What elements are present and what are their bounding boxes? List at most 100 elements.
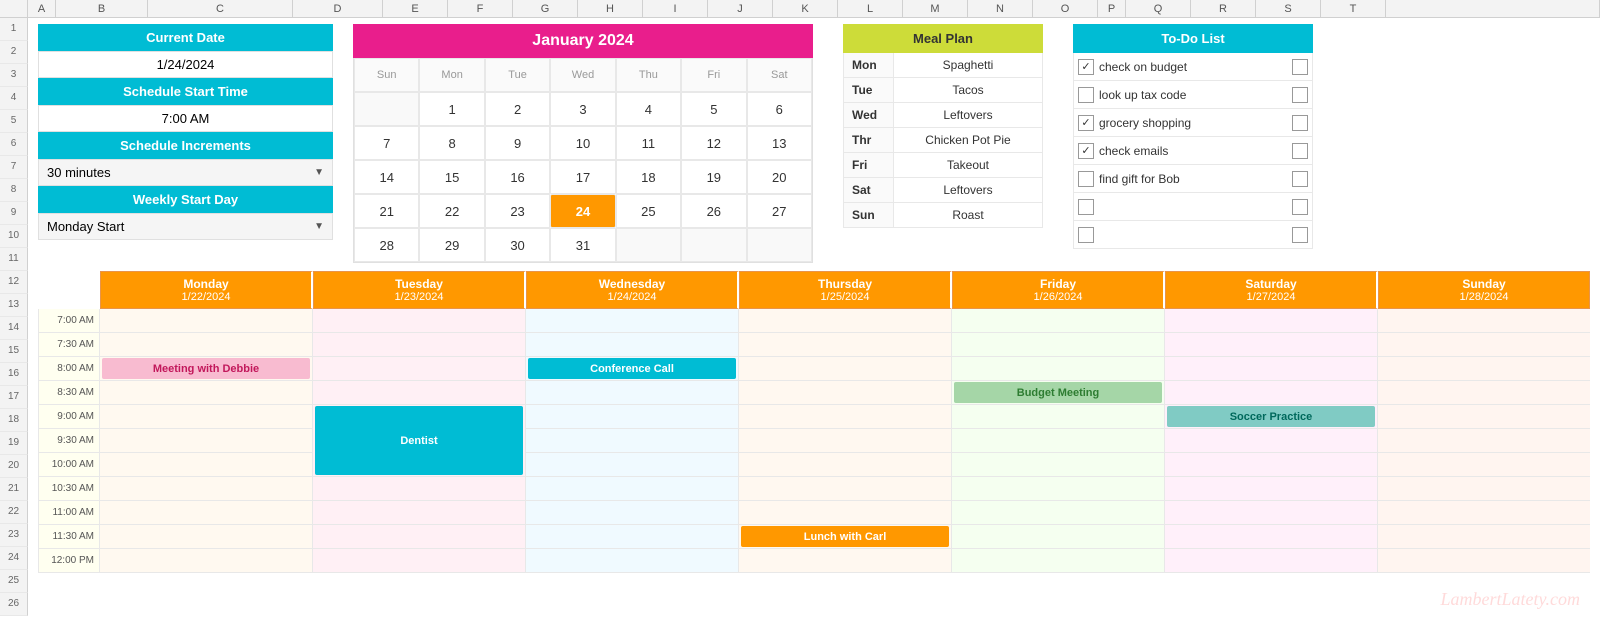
cal-cell-5[interactable]: 5 — [681, 92, 746, 126]
fri-1100[interactable] — [952, 501, 1164, 525]
todo-checkbox-4[interactable]: ✓ — [1078, 143, 1094, 159]
cal-cell-9[interactable]: 9 — [485, 126, 550, 160]
cal-cell-27[interactable]: 27 — [747, 194, 812, 228]
thu-930[interactable] — [739, 429, 951, 453]
todo-checkbox2-7[interactable] — [1292, 227, 1308, 243]
sat-1100[interactable] — [1165, 501, 1377, 525]
schedule-increments-dropdown[interactable]: 30 minutes ▼ — [38, 159, 333, 186]
cal-cell-6[interactable]: 6 — [747, 92, 812, 126]
cal-cell-1[interactable]: 1 — [419, 92, 484, 126]
event-lunch-carl[interactable]: Lunch with Carl — [741, 526, 949, 547]
sun-800[interactable] — [1378, 357, 1590, 381]
wed-1100[interactable] — [526, 501, 738, 525]
thu-1130[interactable]: Lunch with Carl — [739, 525, 951, 549]
mon-700[interactable] — [100, 309, 312, 333]
todo-checkbox-3[interactable]: ✓ — [1078, 115, 1094, 131]
wed-1030[interactable] — [526, 477, 738, 501]
sat-1030[interactable] — [1165, 477, 1377, 501]
sat-830[interactable] — [1165, 381, 1377, 405]
mon-830[interactable] — [100, 381, 312, 405]
mon-1130[interactable] — [100, 525, 312, 549]
cal-cell-7[interactable]: 7 — [354, 126, 419, 160]
thu-900[interactable] — [739, 405, 951, 429]
sun-1100[interactable] — [1378, 501, 1590, 525]
event-soccer-practice[interactable]: Soccer Practice — [1167, 406, 1375, 427]
cal-cell-empty[interactable] — [354, 92, 419, 126]
fri-930[interactable] — [952, 429, 1164, 453]
sun-1200[interactable] — [1378, 549, 1590, 573]
event-dentist[interactable]: Dentist — [315, 406, 523, 475]
todo-checkbox2-4[interactable] — [1292, 143, 1308, 159]
cal-cell-24-today[interactable]: 24 — [550, 194, 615, 228]
mon-930[interactable] — [100, 429, 312, 453]
sat-1000[interactable] — [1165, 453, 1377, 477]
sun-700[interactable] — [1378, 309, 1590, 333]
wed-900[interactable] — [526, 405, 738, 429]
cal-cell-2[interactable]: 2 — [485, 92, 550, 126]
cal-cell-13[interactable]: 13 — [747, 126, 812, 160]
cal-cell-3[interactable]: 3 — [550, 92, 615, 126]
sun-830[interactable] — [1378, 381, 1590, 405]
sun-1000[interactable] — [1378, 453, 1590, 477]
thu-830[interactable] — [739, 381, 951, 405]
cal-cell-16[interactable]: 16 — [485, 160, 550, 194]
mon-1100[interactable] — [100, 501, 312, 525]
cal-cell-31[interactable]: 31 — [550, 228, 615, 262]
todo-checkbox2-2[interactable] — [1292, 87, 1308, 103]
fri-700[interactable] — [952, 309, 1164, 333]
todo-checkbox-6[interactable] — [1078, 199, 1094, 215]
sat-730[interactable] — [1165, 333, 1377, 357]
mon-730[interactable] — [100, 333, 312, 357]
todo-checkbox2-6[interactable] — [1292, 199, 1308, 215]
tue-830[interactable] — [313, 381, 525, 405]
wed-1000[interactable] — [526, 453, 738, 477]
cal-cell-4[interactable]: 4 — [616, 92, 681, 126]
event-conference-call[interactable]: Conference Call — [528, 358, 736, 379]
todo-checkbox-1[interactable]: ✓ — [1078, 59, 1094, 75]
tue-730[interactable] — [313, 333, 525, 357]
thu-730[interactable] — [739, 333, 951, 357]
cal-cell-19[interactable]: 19 — [681, 160, 746, 194]
cal-cell-20[interactable]: 20 — [747, 160, 812, 194]
fri-830[interactable]: Budget Meeting — [952, 381, 1164, 405]
event-meeting-debbie[interactable]: Meeting with Debbie — [102, 358, 310, 379]
event-budget-meeting[interactable]: Budget Meeting — [954, 382, 1162, 403]
sat-800[interactable] — [1165, 357, 1377, 381]
thu-800[interactable] — [739, 357, 951, 381]
tue-700[interactable] — [313, 309, 525, 333]
cal-cell-22[interactable]: 22 — [419, 194, 484, 228]
mon-900[interactable] — [100, 405, 312, 429]
sat-1200[interactable] — [1165, 549, 1377, 573]
tue-1100[interactable] — [313, 501, 525, 525]
todo-checkbox2-5[interactable] — [1292, 171, 1308, 187]
fri-900[interactable] — [952, 405, 1164, 429]
cal-cell-12[interactable]: 12 — [681, 126, 746, 160]
sat-930[interactable] — [1165, 429, 1377, 453]
todo-checkbox-2[interactable] — [1078, 87, 1094, 103]
tue-800[interactable] — [313, 357, 525, 381]
thu-1100[interactable] — [739, 501, 951, 525]
sun-900[interactable] — [1378, 405, 1590, 429]
cal-cell-10[interactable]: 10 — [550, 126, 615, 160]
wed-930[interactable] — [526, 429, 738, 453]
todo-checkbox-7[interactable] — [1078, 227, 1094, 243]
weekly-start-day-dropdown[interactable]: Monday Start ▼ — [38, 213, 333, 240]
todo-checkbox2-1[interactable] — [1292, 59, 1308, 75]
thu-700[interactable] — [739, 309, 951, 333]
thu-1030[interactable] — [739, 477, 951, 501]
wed-1130[interactable] — [526, 525, 738, 549]
tue-900[interactable]: Dentist — [313, 405, 525, 477]
sat-1130[interactable] — [1165, 525, 1377, 549]
cal-cell-26[interactable]: 26 — [681, 194, 746, 228]
cal-cell-23[interactable]: 23 — [485, 194, 550, 228]
cal-cell-28[interactable]: 28 — [354, 228, 419, 262]
tue-1200[interactable] — [313, 549, 525, 573]
fri-1000[interactable] — [952, 453, 1164, 477]
mon-800[interactable]: Meeting with Debbie — [100, 357, 312, 381]
wed-700[interactable] — [526, 309, 738, 333]
cal-cell-29[interactable]: 29 — [419, 228, 484, 262]
cal-cell-14[interactable]: 14 — [354, 160, 419, 194]
cal-cell-17[interactable]: 17 — [550, 160, 615, 194]
cal-cell-18[interactable]: 18 — [616, 160, 681, 194]
cal-cell-15[interactable]: 15 — [419, 160, 484, 194]
